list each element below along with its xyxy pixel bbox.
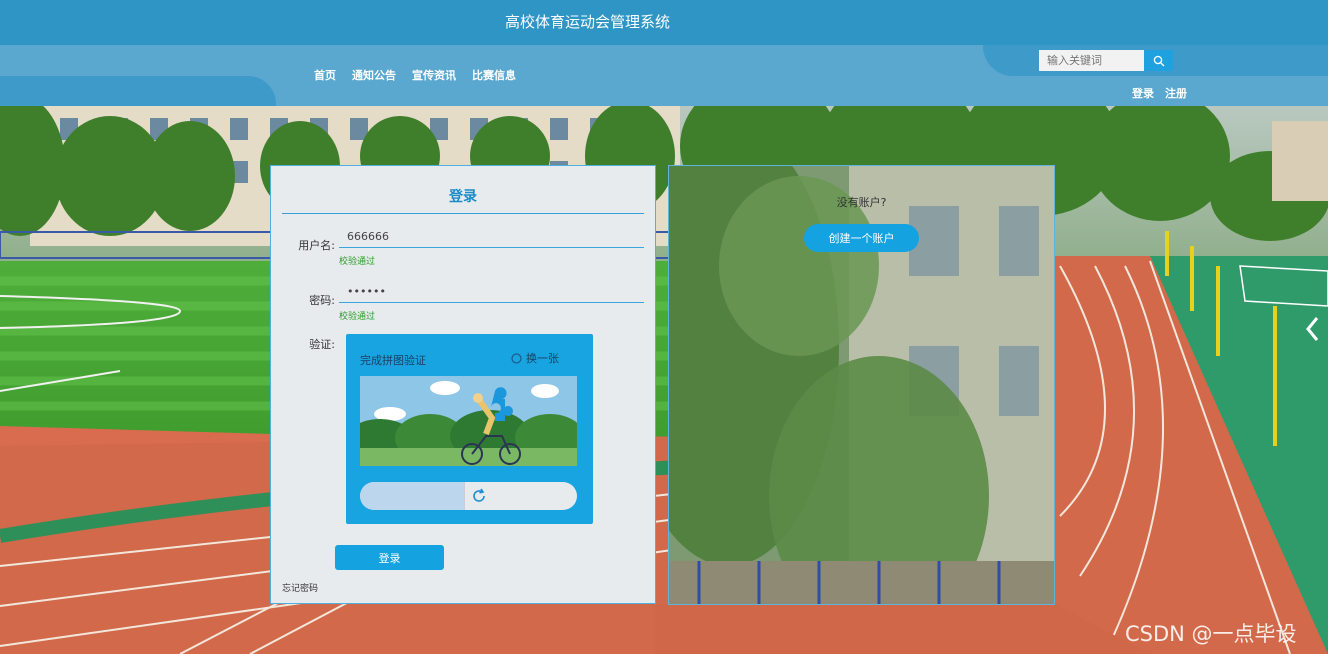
username-status: 校验通过 xyxy=(339,257,376,267)
captcha-slider-handle[interactable] xyxy=(464,482,492,510)
captcha-puzzle-image xyxy=(360,376,577,466)
nav-item-matches[interactable]: 比赛信息 xyxy=(472,67,516,83)
site-title: 高校体育运动会管理系统 xyxy=(504,13,670,31)
username-field[interactable] xyxy=(339,226,644,248)
background-photo xyxy=(0,106,1328,654)
search-icon xyxy=(1153,55,1164,66)
captcha-slider-track[interactable] xyxy=(360,482,577,510)
refresh-circle-icon xyxy=(511,352,522,364)
login-link[interactable]: 登录 xyxy=(1132,85,1154,101)
auth-links: 登录 注册 xyxy=(1132,85,1187,101)
password-label: 密码: xyxy=(309,294,335,307)
main-nav: 首页 通知公告 宣传资讯 比赛信息 xyxy=(314,67,516,83)
password-field[interactable] xyxy=(339,281,644,303)
create-account-button[interactable]: 创建一个账户 xyxy=(804,224,919,252)
search-input[interactable] xyxy=(1039,50,1144,71)
nav-item-notices[interactable]: 通知公告 xyxy=(352,67,396,83)
captcha-slider-progress xyxy=(360,482,466,510)
forgot-password-link[interactable]: 忘记密码 xyxy=(282,581,318,594)
refresh-icon xyxy=(472,488,485,502)
login-card: 登录 用户名: 校验通过 密码: 校验通过 验证: 完成拼图验证 换一张 xyxy=(270,165,656,604)
slider-captcha: 完成拼图验证 换一张 xyxy=(346,334,593,524)
captcha-refresh[interactable]: 换一张 xyxy=(511,350,559,366)
captcha-hint: 完成拼图验证 xyxy=(360,354,426,367)
password-status: 校验通过 xyxy=(339,312,376,322)
username-label: 用户名: xyxy=(298,239,335,252)
register-link[interactable]: 注册 xyxy=(1165,85,1187,101)
signup-panel: 没有账户? 创建一个账户 xyxy=(668,165,1055,605)
nav-item-news[interactable]: 宣传资讯 xyxy=(412,67,456,83)
watermark-text: CSDN @一点毕设 xyxy=(1125,622,1297,646)
search-button[interactable] xyxy=(1144,50,1173,71)
no-account-text: 没有账户? xyxy=(836,196,887,209)
nav-left-decoration xyxy=(0,76,276,106)
title-divider xyxy=(282,213,644,214)
captcha-refresh-label: 换一张 xyxy=(526,352,559,365)
login-submit-button[interactable]: 登录 xyxy=(335,545,444,570)
login-title: 登录 xyxy=(449,189,477,205)
carousel-prev-arrow-icon[interactable] xyxy=(1302,312,1322,346)
nav-item-home[interactable]: 首页 xyxy=(314,67,336,83)
verify-label: 验证: xyxy=(309,338,335,351)
